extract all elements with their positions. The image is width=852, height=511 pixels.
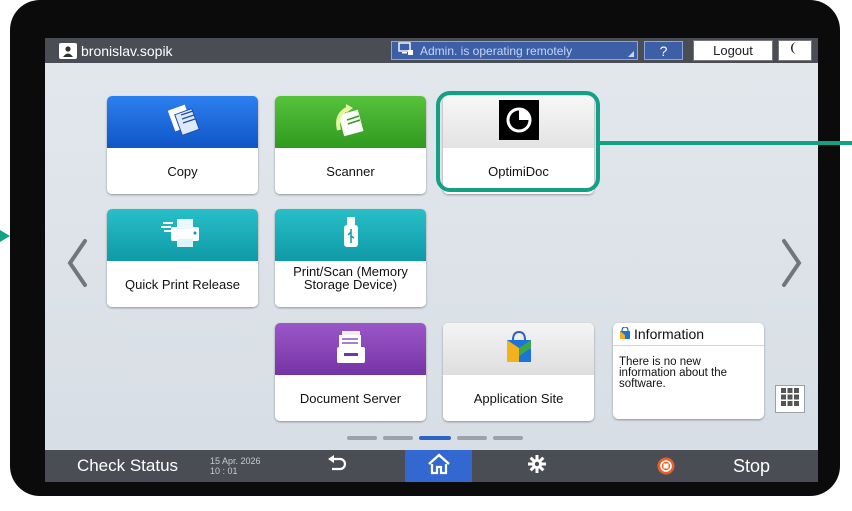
back-button[interactable] [307,450,367,482]
help-button[interactable]: ? [644,41,683,60]
information-widget[interactable]: Information There is no new information … [613,323,764,419]
user-indicator[interactable]: bronislav.sopik [59,41,173,60]
next-page-button[interactable] [780,238,804,288]
grid-icon [781,387,799,411]
document-server-icon [334,329,368,370]
settings-button[interactable] [507,450,567,482]
time-text: 10 : 01 [210,466,238,476]
control-panel-screen: bronislav.sopik Admin. is operating remo… [45,38,818,482]
information-message: There is no new information about the so… [619,356,728,390]
date-time: 15 Apr. 2026 10 : 01 [210,450,265,482]
previous-page-button[interactable] [65,238,89,288]
print-scan-tile-header [275,209,426,261]
copy-label: Copy [107,148,258,194]
expand-corner-icon [628,51,634,57]
copy-icon [165,103,201,142]
remote-icon [398,42,414,59]
page-indicator-1[interactable] [347,436,377,440]
check-status-button[interactable]: Check Status [45,450,210,482]
bottom-bar: Check Status 15 Apr. 2026 10 : 01 Stop [45,450,818,482]
print-scan-label-line2: Storage Device) [303,277,398,292]
stop-button[interactable]: Stop [643,450,818,482]
scanner-icon [331,102,371,143]
document-server-label: Document Server [275,375,426,421]
printer-icon [160,215,205,256]
document-server-tile-header [275,323,426,375]
chevron-right-icon [780,239,804,292]
copy-tile-header [107,96,258,148]
information-title: Information [634,326,705,342]
print-scan-label: Print/Scan (Memory Storage Device) [275,261,426,307]
logout-button[interactable]: Logout [693,40,773,61]
quick-print-release-tile[interactable]: Quick Print Release [107,209,258,307]
page-indicator-2[interactable] [383,436,413,440]
page-indicator-4[interactable] [457,436,487,440]
gear-icon [528,454,546,478]
copy-tile[interactable]: Copy [107,96,258,194]
print-scan-memory-tile[interactable]: Print/Scan (Memory Storage Device) [275,209,426,307]
top-bar: bronislav.sopik Admin. is operating remo… [45,38,818,63]
optimidoc-highlight [436,91,600,192]
moon-icon [790,41,800,60]
document-server-tile[interactable]: Document Server [275,323,426,421]
information-divider [613,345,764,346]
page-indicator-3[interactable] [419,436,451,440]
chevron-left-icon [65,239,89,292]
scanner-tile-header [275,96,426,148]
application-site-label: Application Site [443,375,594,421]
usb-icon [341,216,361,255]
date-text: 15 Apr. 2026 [210,456,261,466]
home-icon [427,452,451,480]
application-site-tile[interactable]: Application Site [443,323,594,421]
remote-status-text: Admin. is operating remotely [420,43,573,58]
remote-operation-indicator[interactable]: Admin. is operating remotely [391,41,638,60]
back-icon [326,454,348,478]
app-list-button[interactable] [775,385,805,413]
energy-saver-button[interactable] [778,40,812,61]
quick-print-tile-header [107,209,258,261]
home-button[interactable] [405,450,472,482]
information-header: Information [619,326,704,342]
bag-icon [503,330,535,369]
callout-line [600,141,852,145]
scanner-label: Scanner [275,148,426,194]
application-site-tile-header [443,323,594,375]
stop-label: Stop [733,455,771,476]
username: bronislav.sopik [81,42,173,59]
callout-arrow-marker [0,230,10,242]
quick-print-label: Quick Print Release [107,261,258,307]
stop-icon [657,457,675,480]
scanner-tile[interactable]: Scanner [275,96,426,194]
user-icon [59,42,77,59]
page-indicator-5[interactable] [493,436,523,440]
info-icon [619,326,631,342]
